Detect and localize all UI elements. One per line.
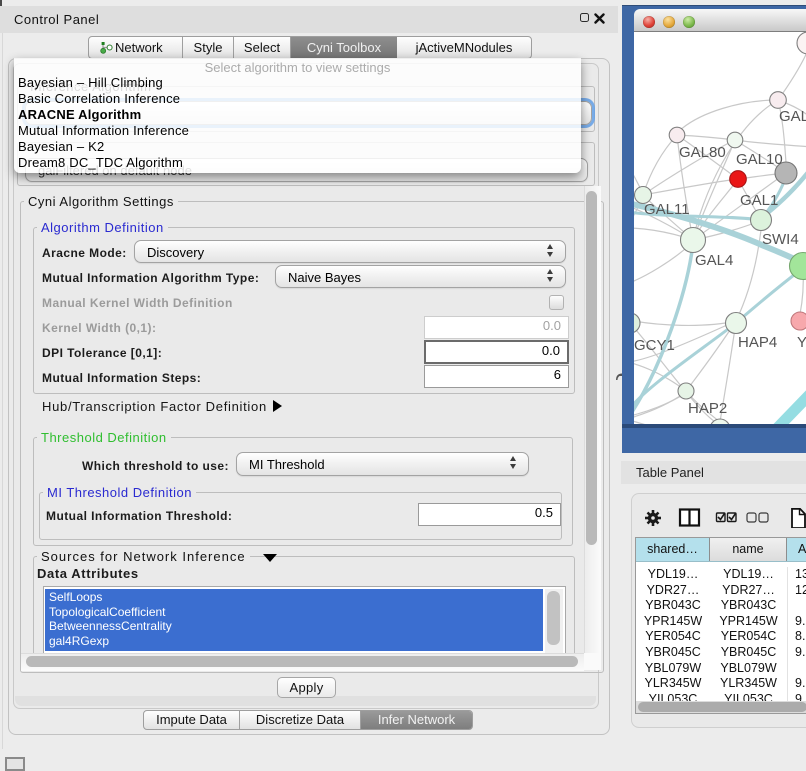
svg-text:GAL4: GAL4 bbox=[695, 252, 733, 269]
svg-text:GAL10: GAL10 bbox=[736, 151, 783, 168]
svg-text:HAP4: HAP4 bbox=[738, 334, 777, 351]
svg-text:YJ: YJ bbox=[797, 334, 806, 351]
svg-text:HAP2: HAP2 bbox=[688, 400, 727, 417]
svg-text:GAL80: GAL80 bbox=[679, 144, 726, 161]
svg-text:SWI4: SWI4 bbox=[762, 231, 799, 248]
svg-text:GCY1: GCY1 bbox=[634, 337, 675, 354]
svg-text:GAL7: GAL7 bbox=[779, 108, 806, 125]
svg-text:GAL1: GAL1 bbox=[740, 192, 778, 209]
svg-text:GAL11: GAL11 bbox=[644, 201, 690, 218]
